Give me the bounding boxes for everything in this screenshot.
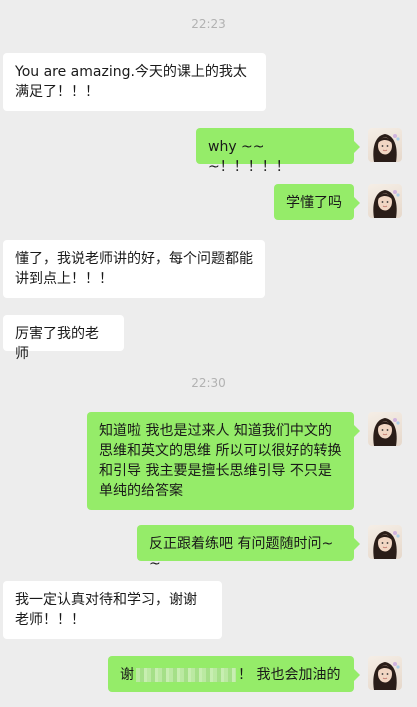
avatar[interactable] — [368, 128, 402, 162]
received-message: 懂了，我说老师讲的好，每个问题都能讲到点上！！！ — [3, 240, 265, 298]
avatar-portrait-icon — [373, 531, 400, 559]
sent-message: why ~~~！！！！！ — [196, 128, 360, 175]
message-text-end: ！ 我也会加油的 — [238, 667, 341, 683]
chat-timestamp: 22:30 — [191, 376, 226, 390]
blurred-name — [136, 668, 236, 682]
chat-timestamp: 22:23 — [191, 17, 226, 31]
avatar[interactable] — [368, 656, 402, 690]
sent-message: 学懂了吗 — [274, 184, 360, 220]
sent-message: 谢 ！ 我也会加油的 — [108, 656, 360, 692]
received-message: 我一定认真对待和学习，谢谢老师！！！ — [3, 581, 222, 639]
avatar-portrait-icon — [373, 190, 400, 218]
avatar[interactable] — [368, 184, 402, 218]
message-text-start: 谢 — [120, 667, 134, 683]
sent-message: 反正跟着练吧 有问题随时问~~ — [137, 525, 360, 572]
avatar[interactable] — [368, 525, 402, 559]
avatar-portrait-icon — [373, 134, 400, 162]
received-message: 厉害了我的老师 — [3, 315, 124, 362]
sent-message: 知道啦 我也是过来人 知道我们中文的思维和英文的思维 所以可以很好的转换和引导 … — [87, 412, 360, 510]
avatar-portrait-icon — [373, 662, 400, 690]
received-message: You are amazing.今天的课上的我太满足了！！！ — [3, 53, 266, 111]
avatar-portrait-icon — [373, 418, 400, 446]
avatar[interactable] — [368, 412, 402, 446]
